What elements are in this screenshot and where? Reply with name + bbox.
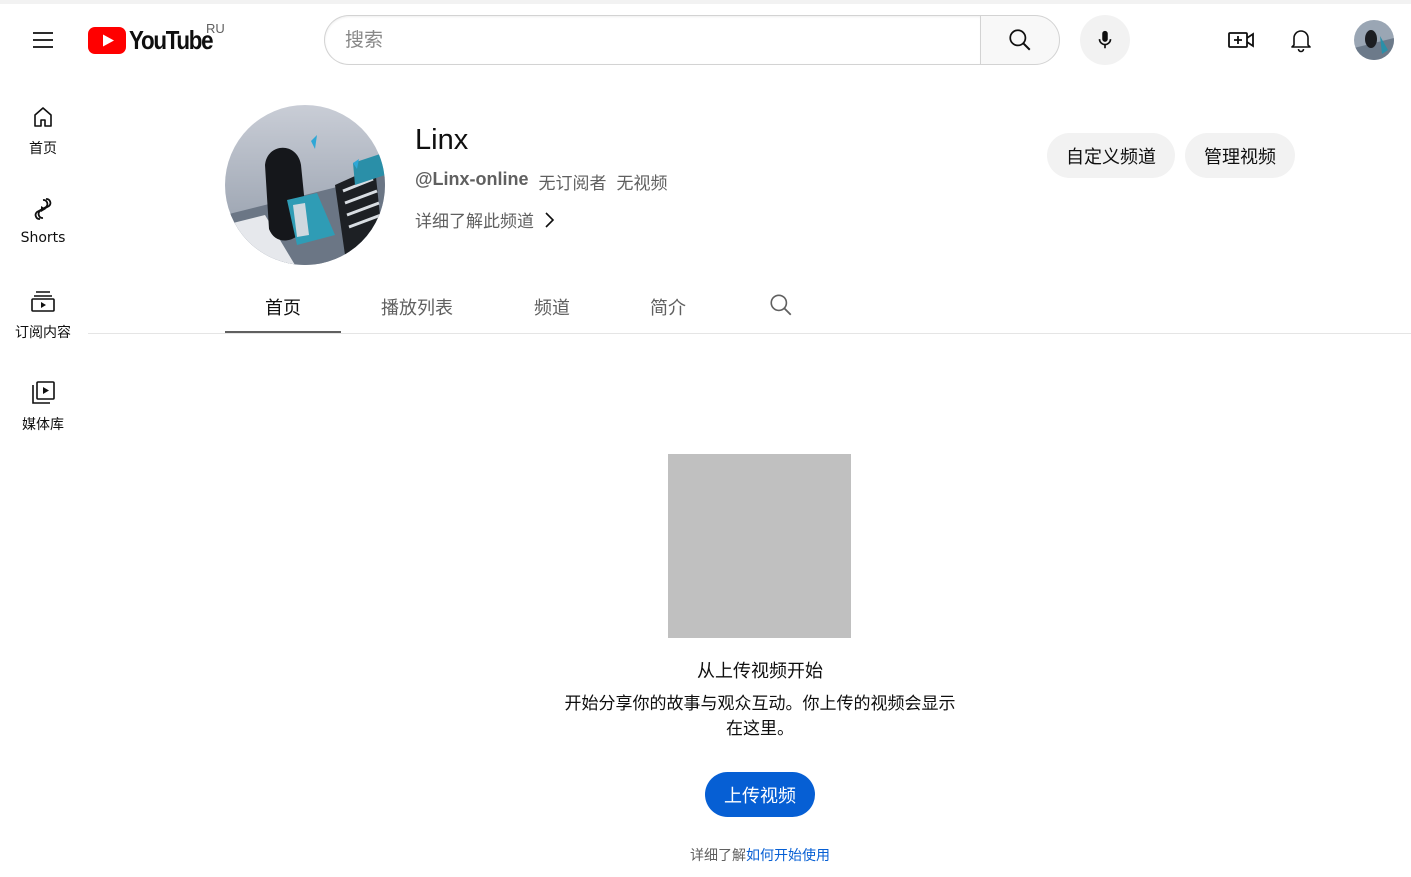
country-code: RU [206, 21, 225, 36]
channel-more-link[interactable]: 详细了解此频道 [415, 207, 556, 232]
subscriber-count: 无订阅者 [538, 174, 607, 194]
channel-more-label: 详细了解此频道 [415, 212, 534, 232]
notifications-button[interactable] [1279, 18, 1323, 62]
search-icon [1009, 29, 1031, 51]
tab-playlists[interactable]: 播放列表 [362, 280, 472, 334]
guide-item-label: 媒体库 [22, 417, 64, 433]
guide-item-label: 首页 [29, 141, 57, 157]
logo-wordmark: YouTube [129, 24, 214, 55]
home-icon [29, 103, 57, 131]
learn-more-line: 详细了解如何开始使用 [560, 845, 960, 865]
search-button[interactable] [980, 15, 1060, 65]
manage-videos-button[interactable]: 管理视频 [1185, 133, 1295, 178]
voice-search-button[interactable] [1080, 15, 1130, 65]
tab-home[interactable]: 首页 [225, 280, 341, 334]
search-input[interactable] [345, 29, 981, 51]
search-box[interactable] [324, 15, 981, 65]
chevron-right-icon [545, 211, 555, 228]
bell-icon [1291, 30, 1311, 53]
empty-state-title: 从上传视频开始 [697, 661, 823, 682]
account-avatar[interactable] [1354, 20, 1394, 60]
create-video-icon [1228, 32, 1254, 48]
guide-item-label: 订阅内容 [15, 325, 71, 341]
channel-avatar[interactable] [225, 105, 385, 265]
guide-item-subscriptions[interactable]: 订阅内容 [4, 281, 82, 353]
channel-name: Linx [415, 124, 469, 156]
search-icon [770, 294, 792, 316]
library-icon [29, 379, 57, 407]
getting-started-link[interactable]: 如何开始使用 [746, 848, 830, 864]
learn-more-prefix: 详细了解 [690, 848, 746, 864]
youtube-logo-icon [88, 26, 126, 54]
upload-video-button[interactable]: 上传视频 [705, 772, 815, 817]
tab-about[interactable]: 简介 [626, 280, 710, 334]
mic-icon [1098, 30, 1112, 49]
channel-search-button[interactable] [766, 290, 796, 320]
video-count: 无视频 [616, 174, 668, 194]
tabs-divider [88, 333, 1411, 334]
shorts-icon [29, 195, 57, 223]
top-border [0, 0, 1411, 4]
tab-channels[interactable]: 频道 [510, 280, 594, 334]
channel-meta: @Linx-online 无订阅者 无视频 [415, 169, 668, 194]
empty-state-description: 开始分享你的故事与观众互动。你上传的视频会显示在这里。 [564, 694, 956, 739]
guide-item-label: Shorts [20, 230, 66, 246]
guide-item-home[interactable]: 首页 [4, 97, 82, 169]
channel-handle: @Linx-online [415, 169, 529, 189]
guide-item-library[interactable]: 媒体库 [4, 373, 82, 445]
menu-icon[interactable] [21, 18, 65, 62]
empty-state-illustration [668, 454, 851, 638]
customize-channel-button[interactable]: 自定义频道 [1047, 133, 1175, 178]
create-button[interactable] [1219, 18, 1263, 62]
subscriptions-icon [29, 287, 57, 315]
guide-item-shorts[interactable]: Shorts [4, 189, 82, 261]
